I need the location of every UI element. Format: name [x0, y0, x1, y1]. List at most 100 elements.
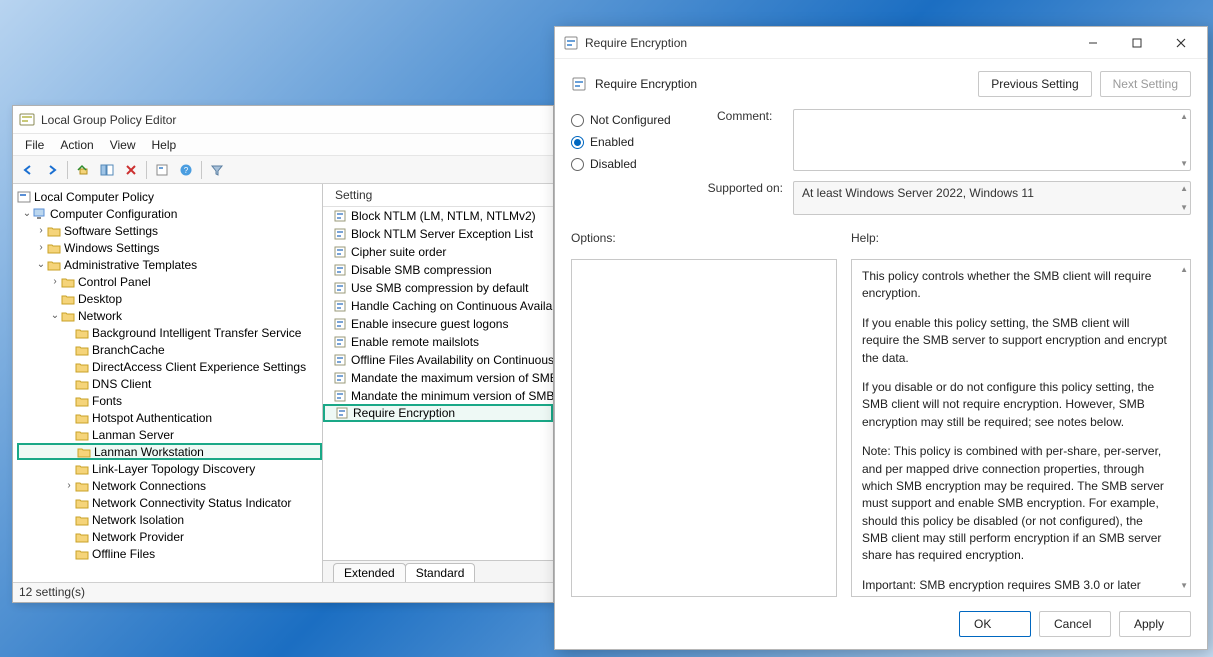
expand-toggle-icon[interactable]: ›	[35, 242, 47, 253]
setting-item[interactable]: Enable remote mailslots	[323, 333, 553, 351]
policy-item-icon	[333, 317, 347, 331]
scroll-down-icon[interactable]: ▼	[1180, 159, 1188, 168]
tree-label: Offline Files	[92, 547, 155, 561]
radio-enabled[interactable]: Enabled	[571, 135, 699, 149]
expand-toggle-icon[interactable]: ⌄	[35, 259, 47, 270]
tab-standard[interactable]: Standard	[405, 563, 476, 582]
tree-admin-templates[interactable]: ⌄ Administrative Templates	[17, 256, 322, 273]
tree-desktop[interactable]: Desktop	[17, 290, 322, 307]
setting-item[interactable]: Disable SMB compression	[323, 261, 553, 279]
tree-network-child[interactable]: Hotspot Authentication	[17, 409, 322, 426]
setting-label: Use SMB compression by default	[351, 281, 528, 295]
menu-view[interactable]: View	[102, 136, 144, 154]
maximize-button[interactable]	[1115, 28, 1159, 58]
help-paragraph: If you enable this policy setting, the S…	[862, 315, 1170, 367]
tree-network-child[interactable]: Network Isolation	[17, 511, 322, 528]
policy-item-icon	[333, 263, 347, 277]
toolbar-help-icon[interactable]: ?	[175, 159, 197, 181]
menu-help[interactable]: Help	[144, 136, 185, 154]
setting-item[interactable]: Use SMB compression by default	[323, 279, 553, 297]
tree-network-child[interactable]: Lanman Server	[17, 426, 322, 443]
scroll-up-icon[interactable]: ▲	[1180, 264, 1188, 276]
toolbar-filter-icon[interactable]	[206, 159, 228, 181]
setting-item[interactable]: Handle Caching on Continuous Availabili	[323, 297, 553, 315]
close-button[interactable]	[1159, 28, 1203, 58]
scroll-down-icon[interactable]: ▼	[1180, 203, 1188, 212]
tree-network-child[interactable]: Offline Files	[17, 545, 322, 562]
tree-network-child[interactable]: Background Intelligent Transfer Service	[17, 324, 322, 341]
radio-disabled[interactable]: Disabled	[571, 157, 699, 171]
settings-column-header[interactable]: Setting	[323, 184, 553, 207]
expand-toggle-icon[interactable]: ›	[63, 480, 75, 491]
setting-item[interactable]: Require Encryption	[323, 404, 553, 422]
help-label: Help:	[851, 231, 879, 245]
pane-tabs: Extended Standard	[323, 560, 553, 582]
toolbar-show-hide-tree-icon[interactable]	[96, 159, 118, 181]
toolbar-back-icon[interactable]	[17, 159, 39, 181]
settings-list[interactable]: Block NTLM (LM, NTLM, NTLMv2)Block NTLM …	[323, 207, 553, 560]
setting-item[interactable]: Block NTLM (LM, NTLM, NTLMv2)	[323, 207, 553, 225]
tree-network-child[interactable]: Fonts	[17, 392, 322, 409]
policy-item-icon	[333, 335, 347, 349]
ok-button[interactable]: OK	[959, 611, 1031, 637]
tree-network-child[interactable]: › Network Connections	[17, 477, 322, 494]
toolbar-properties-icon[interactable]	[151, 159, 173, 181]
gpedit-tree[interactable]: Local Computer Policy ⌄ Computer Configu…	[13, 184, 323, 582]
tree-network-child[interactable]: BranchCache	[17, 341, 322, 358]
tree-label: DirectAccess Client Experience Settings	[92, 360, 306, 374]
tree-software-settings[interactable]: › Software Settings	[17, 222, 322, 239]
window-controls	[1071, 28, 1203, 58]
tree-network-child[interactable]: Link-Layer Topology Discovery	[17, 460, 322, 477]
options-box[interactable]	[571, 259, 837, 597]
menu-file[interactable]: File	[17, 136, 52, 154]
tree-windows-settings[interactable]: › Windows Settings	[17, 239, 322, 256]
expand-toggle-icon[interactable]: ›	[35, 225, 47, 236]
scroll-up-icon[interactable]: ▲	[1180, 184, 1188, 193]
expand-toggle-icon	[65, 446, 77, 457]
tree-label: Computer Configuration	[50, 207, 177, 221]
toolbar-separator	[67, 161, 68, 179]
help-paragraph: If you disable or do not configure this …	[862, 379, 1170, 431]
policy-item-icon	[333, 209, 347, 223]
scroll-up-icon[interactable]: ▲	[1180, 112, 1188, 121]
setting-item[interactable]: Cipher suite order	[323, 243, 553, 261]
next-setting-button[interactable]: Next Setting	[1100, 71, 1191, 97]
folder-icon	[75, 514, 89, 526]
expand-toggle-icon	[63, 412, 75, 423]
cancel-button[interactable]: Cancel	[1039, 611, 1111, 637]
apply-button[interactable]: Apply	[1119, 611, 1191, 637]
radio-not-configured[interactable]: Not Configured	[571, 113, 699, 127]
tree-label: Network Connections	[92, 479, 206, 493]
tree-network-child[interactable]: DNS Client	[17, 375, 322, 392]
previous-setting-button[interactable]: Previous Setting	[978, 71, 1091, 97]
tree-network[interactable]: ⌄ Network	[17, 307, 322, 324]
setting-item[interactable]: Mandate the minimum version of SMB	[323, 387, 553, 405]
setting-item[interactable]: Offline Files Availability on Continuous…	[323, 351, 553, 369]
expand-toggle-icon[interactable]: ›	[49, 276, 61, 287]
setting-item[interactable]: Block NTLM Server Exception List	[323, 225, 553, 243]
tree-network-child[interactable]: DirectAccess Client Experience Settings	[17, 358, 322, 375]
scroll-down-icon[interactable]: ▼	[1180, 580, 1188, 592]
comment-textarea[interactable]: ▲ ▼	[793, 109, 1191, 171]
tree-network-child[interactable]: Lanman Workstation	[17, 443, 322, 460]
toolbar-forward-icon[interactable]	[41, 159, 63, 181]
minimize-button[interactable]	[1071, 28, 1115, 58]
help-box[interactable]: ▲ ▼ This policy controls whether the SMB…	[851, 259, 1191, 597]
tree-control-panel[interactable]: › Control Panel	[17, 273, 322, 290]
menu-action[interactable]: Action	[52, 136, 101, 154]
setting-item[interactable]: Enable insecure guest logons	[323, 315, 553, 333]
toolbar-up-icon[interactable]	[72, 159, 94, 181]
tree-label: Fonts	[92, 394, 122, 408]
setting-label: Mandate the minimum version of SMB	[351, 389, 553, 403]
tree-root[interactable]: Local Computer Policy	[17, 188, 322, 205]
tree-label: DNS Client	[92, 377, 151, 391]
expand-toggle-icon[interactable]: ⌄	[21, 208, 33, 219]
tab-extended[interactable]: Extended	[333, 563, 406, 582]
tree-network-child[interactable]: Network Provider	[17, 528, 322, 545]
setting-item[interactable]: Mandate the maximum version of SMB	[323, 369, 553, 387]
expand-toggle-icon[interactable]: ⌄	[49, 310, 61, 321]
toolbar-delete-icon[interactable]	[120, 159, 142, 181]
expand-toggle-icon	[63, 463, 75, 474]
tree-network-child[interactable]: Network Connectivity Status Indicator	[17, 494, 322, 511]
tree-computer-configuration[interactable]: ⌄ Computer Configuration	[17, 205, 322, 222]
